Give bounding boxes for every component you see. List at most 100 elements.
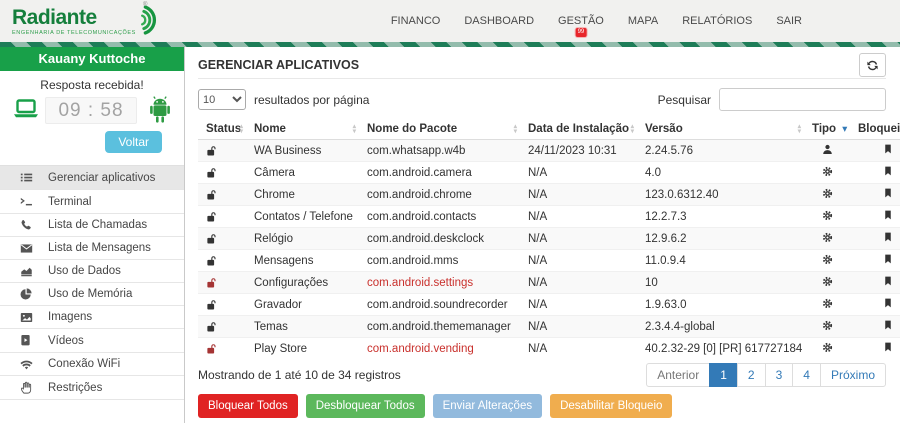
sidebar-item-uso-de-memoria[interactable]: Uso de Memória [0, 283, 184, 306]
page-size-label: resultados por página [254, 93, 369, 107]
lock-open-icon[interactable] [206, 321, 238, 333]
pagination: Anterior1234Próximo [646, 363, 886, 387]
bookmark-icon[interactable] [883, 187, 893, 199]
bookmark-icon[interactable] [883, 341, 893, 353]
column-header-tipo[interactable]: Tipo▾ [804, 119, 850, 140]
sidebar-item-terminal[interactable]: Terminal [0, 190, 184, 214]
list-icon [20, 171, 35, 184]
table-header-row: Status▴▾Nome▴▾Nome do Pacote▴▾Data de In… [198, 119, 900, 140]
lock-open-icon[interactable] [206, 299, 238, 311]
bookmark-icon[interactable] [883, 275, 893, 287]
install-date: N/A [520, 294, 637, 316]
app-name: Contatos / Telefone [246, 206, 359, 228]
package-name: com.android.thememanager [359, 316, 520, 338]
bookmark-icon[interactable] [883, 231, 893, 243]
sidebar-item-uso-de-dados[interactable]: Uso de Dados [0, 260, 184, 283]
column-header-status[interactable]: Status▴▾ [198, 119, 246, 140]
pagination-page-1[interactable]: 1 [709, 363, 738, 387]
registered-mark: ® [143, 2, 147, 8]
device-status-message: Resposta recebida! [0, 78, 184, 92]
app-version: 11.0.9.4 [637, 250, 804, 272]
lock-open-icon[interactable] [206, 211, 238, 223]
bookmark-icon[interactable] [883, 143, 893, 155]
bookmark-icon[interactable] [883, 165, 893, 177]
lock-open-icon[interactable] [206, 277, 238, 289]
nav-item-gestao[interactable]: GESTÃO99 [558, 15, 604, 27]
sidebar: Kauany Kuttoche Resposta recebida! 09 : … [0, 47, 185, 423]
envelope-icon [20, 243, 35, 254]
sidebar-item-gerenciar-aplicativos[interactable]: Gerenciar aplicativos [0, 166, 184, 190]
nav-item-mapa[interactable]: MAPA [628, 15, 658, 27]
app-version: 12.2.7.3 [637, 206, 804, 228]
bookmark-icon[interactable] [883, 209, 893, 221]
sort-icon: ▴▾ [798, 124, 801, 134]
lock-open-icon[interactable] [206, 145, 238, 157]
bloquear-todos-button[interactable]: Bloquear Todos [198, 394, 298, 418]
page-size-select[interactable]: 10 [198, 89, 246, 110]
column-header-bloq[interactable]: Bloqueio por▴▾ [850, 119, 900, 140]
column-header-data[interactable]: Data de Instalação▴▾ [520, 119, 637, 140]
table-row: Mensagenscom.android.mmsN/A11.0.9.4 [198, 250, 900, 272]
gear-icon [822, 166, 833, 177]
sidebar-item-lista-de-mensagens[interactable]: Lista de Mensagens [0, 237, 184, 260]
pagination-next[interactable]: Próximo [820, 363, 886, 387]
sidebar-item-label: Conexão WiFi [48, 358, 120, 370]
sidebar-item-videos[interactable]: Vídeos [0, 329, 184, 353]
nav-item-dashboard[interactable]: DASHBOARD [464, 15, 534, 27]
sidebar-item-conexao-wifi[interactable]: Conexão WiFi [0, 353, 184, 376]
pagination-page-4[interactable]: 4 [792, 363, 821, 387]
column-header-pacote[interactable]: Nome do Pacote▴▾ [359, 119, 520, 140]
app-name: Mensagens [246, 250, 359, 272]
lock-open-icon[interactable] [206, 189, 238, 201]
android-icon [148, 96, 172, 124]
lock-open-icon[interactable] [206, 167, 238, 179]
pagination-prev[interactable]: Anterior [646, 363, 710, 387]
desbloquear-todos-button[interactable]: Desbloquear Todos [306, 394, 425, 418]
install-date: N/A [520, 272, 637, 294]
app-version: 2.24.5.76 [637, 140, 804, 162]
phone-icon [20, 219, 35, 231]
lock-open-icon[interactable] [206, 343, 238, 355]
search-input[interactable] [719, 88, 886, 111]
sort-icon: ▴▾ [631, 124, 634, 134]
nav-item-relatorios[interactable]: RELATÓRIOS [682, 15, 752, 27]
app-name: Chrome [246, 184, 359, 206]
desabilitar-bloqueio-button[interactable]: Desabilitar Bloqueio [550, 394, 672, 418]
app-name: WA Business [246, 140, 359, 162]
sort-icon: ▴▾ [514, 124, 517, 134]
install-date: 24/11/2023 10:31 [520, 140, 637, 162]
gear-icon [822, 188, 833, 199]
package-name: com.android.contacts [359, 206, 520, 228]
gear-icon [822, 276, 833, 287]
sidebar-item-lista-de-chamadas[interactable]: Lista de Chamadas [0, 214, 184, 237]
bookmark-icon[interactable] [883, 319, 893, 331]
radiante-logo[interactable]: Radiante ENGENHARIA DE TELECOMUNICAÇÕES … [12, 7, 159, 36]
sidebar-item-label: Lista de Mensagens [48, 242, 151, 254]
column-header-nome[interactable]: Nome▴▾ [246, 119, 359, 140]
pie-icon [20, 288, 35, 300]
install-date: N/A [520, 162, 637, 184]
sidebar-item-restricoes[interactable]: Restrições [0, 376, 184, 400]
lock-open-icon[interactable] [206, 255, 238, 267]
chart-icon [20, 265, 35, 277]
column-header-versao[interactable]: Versão▴▾ [637, 119, 804, 140]
bookmark-icon[interactable] [883, 253, 893, 265]
sort-desc-icon: ▾ [842, 125, 847, 134]
pagination-page-2[interactable]: 2 [737, 363, 766, 387]
top-header: Radiante ENGENHARIA DE TELECOMUNICAÇÕES … [0, 0, 900, 42]
pagination-page-3[interactable]: 3 [765, 363, 794, 387]
lock-open-icon[interactable] [206, 233, 238, 245]
terminal-icon [20, 195, 35, 208]
enviar-alteracoes-button[interactable]: Enviar Alterações [433, 394, 543, 418]
sidebar-item-label: Restrições [48, 382, 102, 394]
table-row: Contatos / Telefonecom.android.contactsN… [198, 206, 900, 228]
voltar-button[interactable]: Voltar [105, 131, 162, 153]
sidebar-item-imagens[interactable]: Imagens [0, 306, 184, 329]
package-name: com.android.chrome [359, 184, 520, 206]
refresh-button[interactable] [859, 53, 886, 77]
user-icon [822, 144, 833, 155]
nav-item-financo[interactable]: FINANCO [391, 15, 441, 27]
app-version: 40.2.32-29 [0] [PR] 617727184 [637, 338, 804, 360]
bookmark-icon[interactable] [883, 297, 893, 309]
nav-item-sair[interactable]: SAIR [776, 15, 802, 27]
